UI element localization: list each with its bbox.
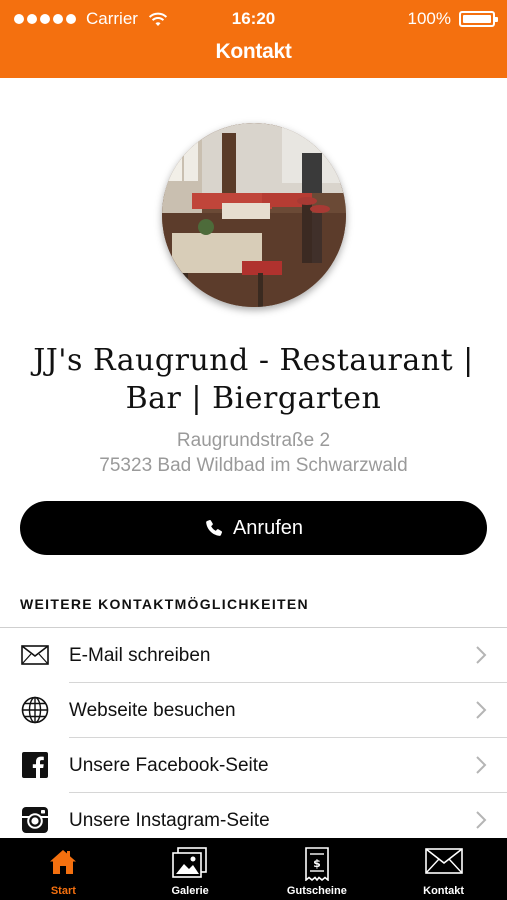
website-row-label: Webseite besuchen — [69, 700, 236, 721]
chevron-right-icon — [476, 811, 487, 829]
status-right: 100% — [407, 9, 498, 29]
battery-icon — [459, 11, 498, 27]
facebook-icon — [20, 751, 50, 779]
header-bar: Carrier 16:20 100% Kontakt — [0, 0, 507, 78]
instagram-row-label: Unsere Instagram-Seite — [69, 810, 270, 831]
svg-text:$: $ — [313, 857, 321, 870]
facebook-row[interactable]: Unsere Facebook-Seite — [0, 738, 507, 793]
section-title: WEITERE KONTAKTMÖGLICHKEITEN — [20, 596, 309, 612]
status-bar: Carrier 16:20 100% — [0, 0, 507, 38]
tab-gallery[interactable]: Galerie — [127, 838, 254, 900]
facebook-row-label: Unsere Facebook-Seite — [69, 755, 269, 776]
tab-contact-label: Kontakt — [423, 885, 465, 897]
chevron-right-icon — [476, 646, 487, 664]
signal-icon — [14, 14, 79, 24]
website-row[interactable]: Webseite besuchen — [0, 683, 507, 738]
envelope-icon — [424, 848, 463, 874]
chevron-right-icon — [476, 701, 487, 719]
tab-start-label: Start — [50, 885, 76, 897]
address-city: 75323 Bad Wildbad im Schwarzwald — [99, 455, 408, 476]
tab-gallery-label: Galerie — [171, 885, 209, 897]
voucher-icon: $ — [305, 847, 329, 881]
restaurant-photo-image — [162, 123, 346, 307]
call-button[interactable]: Anrufen — [20, 501, 487, 555]
email-row-label: E-Mail schreiben — [69, 645, 211, 666]
chevron-right-icon — [476, 756, 487, 774]
gallery-icon — [172, 847, 207, 878]
tab-contact[interactable]: Kontakt — [380, 838, 507, 900]
page-title: Kontakt — [215, 40, 292, 63]
tab-bar: Start Galerie $ Gutscheine Kontakt — [0, 838, 507, 900]
phone-icon — [206, 519, 222, 536]
globe-icon — [20, 696, 50, 724]
wifi-icon — [148, 12, 168, 26]
business-name: JJ's Raugrund - Restaurant | Bar | Bierg… — [33, 343, 474, 416]
restaurant-photo — [162, 123, 346, 307]
tab-vouchers-label: Gutscheine — [286, 885, 347, 897]
call-button-label: Anrufen — [232, 516, 304, 539]
status-left: Carrier — [14, 9, 168, 29]
mail-icon — [20, 641, 50, 669]
tab-start[interactable]: Start — [0, 838, 127, 900]
address-street: Raugrundstraße 2 — [176, 430, 331, 451]
battery-percent: 100% — [407, 9, 451, 28]
carrier-name: Carrier — [86, 9, 138, 28]
contact-list: E-Mail schreiben Webseite besuchen Unser… — [0, 628, 507, 848]
instagram-icon — [20, 806, 50, 834]
tab-vouchers[interactable]: $ Gutscheine — [254, 838, 381, 900]
home-icon — [50, 850, 77, 874]
email-row[interactable]: E-Mail schreiben — [0, 628, 507, 683]
